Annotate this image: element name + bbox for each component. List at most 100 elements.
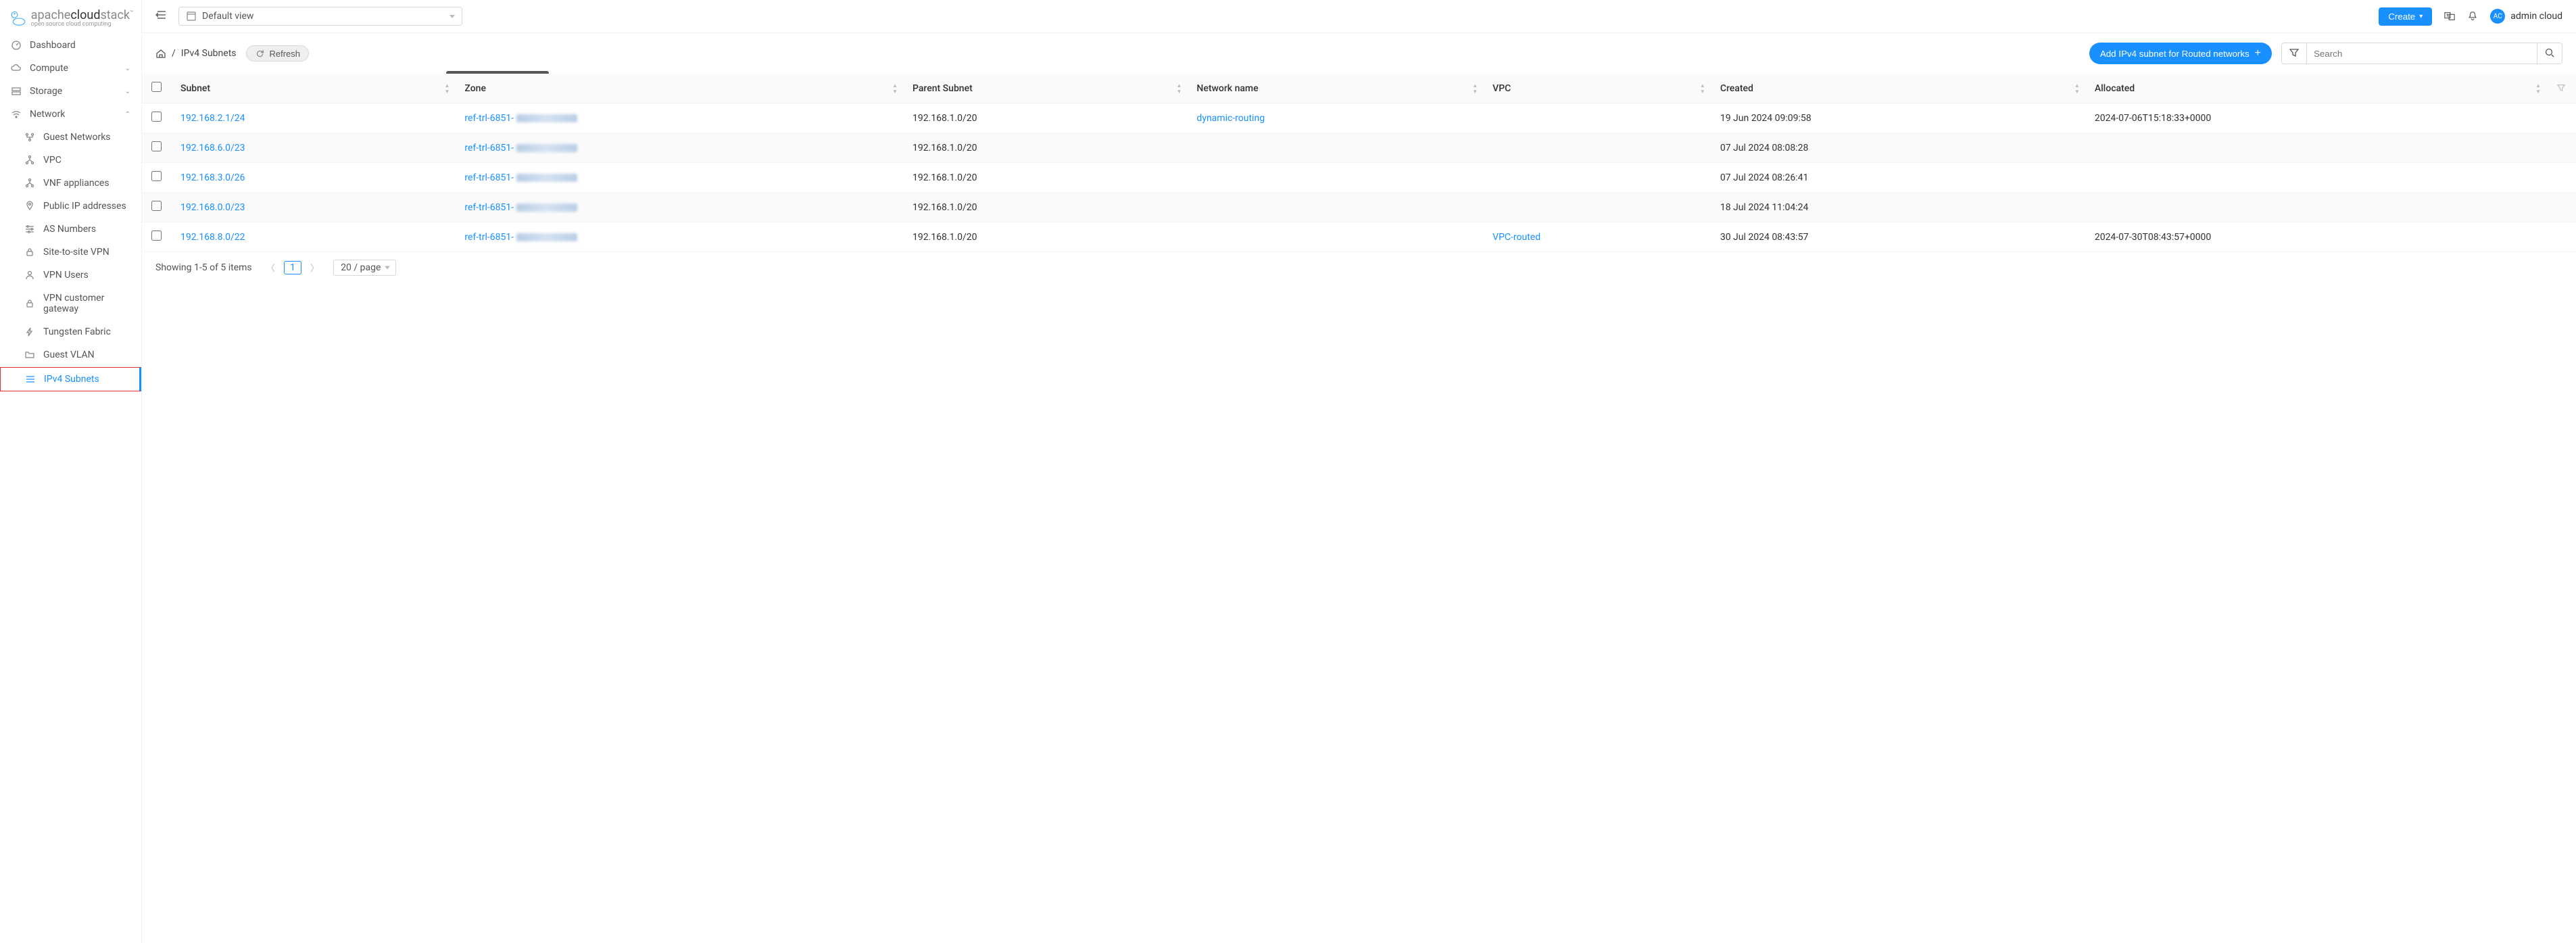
filter-icon bbox=[2289, 47, 2300, 58]
user-menu[interactable]: AC admin cloud bbox=[2490, 9, 2562, 24]
sidebar-item-compute[interactable]: Compute ⌄ bbox=[0, 57, 141, 80]
prev-page-button[interactable]: 〈 bbox=[262, 259, 280, 276]
project-icon bbox=[186, 11, 197, 22]
pin-icon bbox=[24, 201, 35, 212]
refresh-label: Refresh bbox=[270, 49, 301, 59]
column-header-subnet[interactable]: Subnet▲▼ bbox=[171, 74, 455, 103]
view-selector[interactable]: Default view bbox=[178, 7, 462, 26]
page-number[interactable]: 1 bbox=[284, 261, 301, 274]
column-header-created[interactable]: Created▲▼ bbox=[1711, 74, 2085, 103]
avatar: AC bbox=[2490, 9, 2505, 24]
sidebar-item-label: AS Numbers bbox=[43, 224, 96, 235]
sidebar-item-site-to-site-vpn[interactable]: Site-to-site VPN bbox=[0, 241, 141, 264]
sidebar-item-vpn-customer-gateway[interactable]: VPN customer gateway bbox=[0, 287, 141, 320]
wifi-icon bbox=[11, 109, 22, 120]
sidebar-item-public-ip[interactable]: Public IP addresses bbox=[0, 195, 141, 218]
allocated-cell bbox=[2085, 193, 2546, 222]
sidebar-item-guest-vlan[interactable]: Guest VLAN bbox=[0, 343, 141, 366]
create-button[interactable]: Create ▾ bbox=[2379, 7, 2432, 26]
sidebar-item-label: VNF appliances bbox=[43, 178, 110, 189]
sidebar-item-label: Network bbox=[30, 109, 65, 120]
parent-subnet-cell: 192.168.1.0/20 bbox=[903, 222, 1187, 252]
sidebar-item-vnf-appliances[interactable]: VNF appliances bbox=[0, 172, 141, 195]
subnet-link[interactable]: 192.168.8.0/22 bbox=[180, 232, 245, 243]
sort-icon: ▲▼ bbox=[1700, 82, 1705, 95]
bell-icon[interactable] bbox=[2467, 11, 2478, 22]
refresh-button[interactable]: Refresh bbox=[246, 45, 310, 62]
search-button[interactable] bbox=[2537, 43, 2562, 64]
cloudstack-logo-icon bbox=[8, 5, 27, 31]
row-checkbox[interactable] bbox=[151, 231, 162, 241]
vpc-link[interactable]: VPC-routed bbox=[1492, 232, 1540, 243]
subnet-link[interactable]: 192.168.0.0/23 bbox=[180, 202, 245, 213]
row-checkbox[interactable] bbox=[151, 171, 162, 181]
sidebar-item-tungsten-fabric[interactable]: Tungsten Fabric bbox=[0, 320, 141, 343]
sidebar-item-network[interactable]: Network ⌃ bbox=[0, 103, 141, 126]
sidebar-item-vpn-users[interactable]: VPN Users bbox=[0, 264, 141, 287]
column-settings[interactable] bbox=[2546, 74, 2576, 103]
filter-button[interactable] bbox=[2282, 43, 2307, 64]
user-name: admin cloud bbox=[2510, 11, 2562, 22]
translate-icon[interactable] bbox=[2444, 11, 2455, 22]
zone-link[interactable]: ref-trl-6851- bbox=[464, 143, 514, 153]
folder-icon bbox=[24, 349, 35, 360]
created-cell: 07 Jul 2024 08:08:28 bbox=[1711, 133, 2085, 163]
home-icon[interactable] bbox=[155, 48, 166, 59]
created-cell: 19 Jun 2024 09:09:58 bbox=[1711, 103, 2085, 133]
sidebar-item-storage[interactable]: Storage ⌄ bbox=[0, 80, 141, 103]
allocated-cell: 2024-07-30T08:43:57+0000 bbox=[2085, 222, 2546, 252]
column-header-parent-subnet[interactable]: Parent Subnet▲▼ bbox=[903, 74, 1187, 103]
zone-link[interactable]: ref-trl-6851- bbox=[464, 202, 514, 213]
subnet-link[interactable]: 192.168.3.0/26 bbox=[180, 172, 245, 183]
storage-icon bbox=[11, 86, 22, 97]
search-input[interactable] bbox=[2307, 43, 2537, 64]
nodes-icon bbox=[24, 132, 35, 143]
redacted-text bbox=[516, 203, 577, 212]
zone-link[interactable]: ref-trl-6851- bbox=[464, 113, 514, 124]
subnets-table: Subnet▲▼ Zone▲▼ Parent Subnet▲▼ Network … bbox=[142, 74, 2576, 252]
table-container: Click to sort ascending Subnet▲▼ Zone▲▼ … bbox=[142, 74, 2576, 252]
sidebar-item-guest-networks[interactable]: Guest Networks bbox=[0, 126, 141, 149]
add-subnet-button[interactable]: Add IPv4 subnet for Routed networks + bbox=[2089, 43, 2272, 64]
next-page-button[interactable]: 〉 bbox=[306, 259, 324, 276]
sort-icon: ▲▼ bbox=[2074, 82, 2080, 95]
network-link[interactable]: dynamic-routing bbox=[1196, 113, 1265, 124]
chevron-down-icon: ⌄ bbox=[125, 88, 130, 95]
zone-link[interactable]: ref-trl-6851- bbox=[464, 172, 514, 183]
column-header-vpc[interactable]: VPC▲▼ bbox=[1483, 74, 1711, 103]
top-bar: Default view Create ▾ AC admin cloud bbox=[142, 0, 2576, 33]
parent-subnet-cell: 192.168.1.0/20 bbox=[903, 133, 1187, 163]
sidebar-item-ipv4-subnets[interactable]: IPv4 Subnets bbox=[0, 367, 141, 391]
row-checkbox[interactable] bbox=[151, 112, 162, 122]
row-checkbox[interactable] bbox=[151, 141, 162, 151]
subnet-link[interactable]: 192.168.2.1/24 bbox=[180, 113, 245, 124]
subnet-link[interactable]: 192.168.6.0/23 bbox=[180, 143, 245, 153]
menu-toggle-icon[interactable] bbox=[155, 9, 168, 24]
brand-logo[interactable]: apachecloudstack™ open source cloud comp… bbox=[0, 0, 141, 34]
sidebar-item-label: Guest VLAN bbox=[43, 349, 95, 360]
sidebar-item-vpc[interactable]: VPC bbox=[0, 149, 141, 172]
table-row: 192.168.8.0/22 ref-trl-6851- 192.168.1.0/2… bbox=[142, 222, 2576, 252]
row-checkbox[interactable] bbox=[151, 201, 162, 211]
column-header-network-name[interactable]: Network name▲▼ bbox=[1187, 74, 1483, 103]
parent-subnet-cell: 192.168.1.0/20 bbox=[903, 193, 1187, 222]
column-header-allocated[interactable]: Allocated▲▼ bbox=[2085, 74, 2546, 103]
breadcrumb-separator: / bbox=[172, 48, 176, 59]
table-row: 192.168.6.0/23 ref-trl-6851- 192.168.1.0/2… bbox=[142, 133, 2576, 163]
refresh-icon bbox=[255, 48, 266, 59]
redacted-text bbox=[516, 114, 577, 122]
sidebar-item-dashboard[interactable]: Dashboard bbox=[0, 34, 141, 57]
column-header-zone[interactable]: Zone▲▼ bbox=[455, 74, 903, 103]
create-button-label: Create bbox=[2388, 11, 2415, 22]
parent-subnet-cell: 192.168.1.0/20 bbox=[903, 103, 1187, 133]
sidebar-item-as-numbers[interactable]: AS Numbers bbox=[0, 218, 141, 241]
sidebar-item-label: Compute bbox=[30, 63, 68, 74]
filter-icon bbox=[2556, 82, 2567, 93]
branch-icon bbox=[24, 155, 35, 166]
page-size-selector[interactable]: 20 / page bbox=[333, 260, 396, 276]
zone-link[interactable]: ref-trl-6851- bbox=[464, 232, 514, 243]
select-all-checkbox[interactable] bbox=[151, 82, 162, 92]
table-footer: Showing 1-5 of 5 items 〈 1 〉 20 / page bbox=[142, 252, 2576, 283]
content-header: / IPv4 Subnets Refresh Add IPv4 subnet f… bbox=[142, 33, 2576, 74]
sidebar-item-label: Site-to-site VPN bbox=[43, 247, 110, 258]
